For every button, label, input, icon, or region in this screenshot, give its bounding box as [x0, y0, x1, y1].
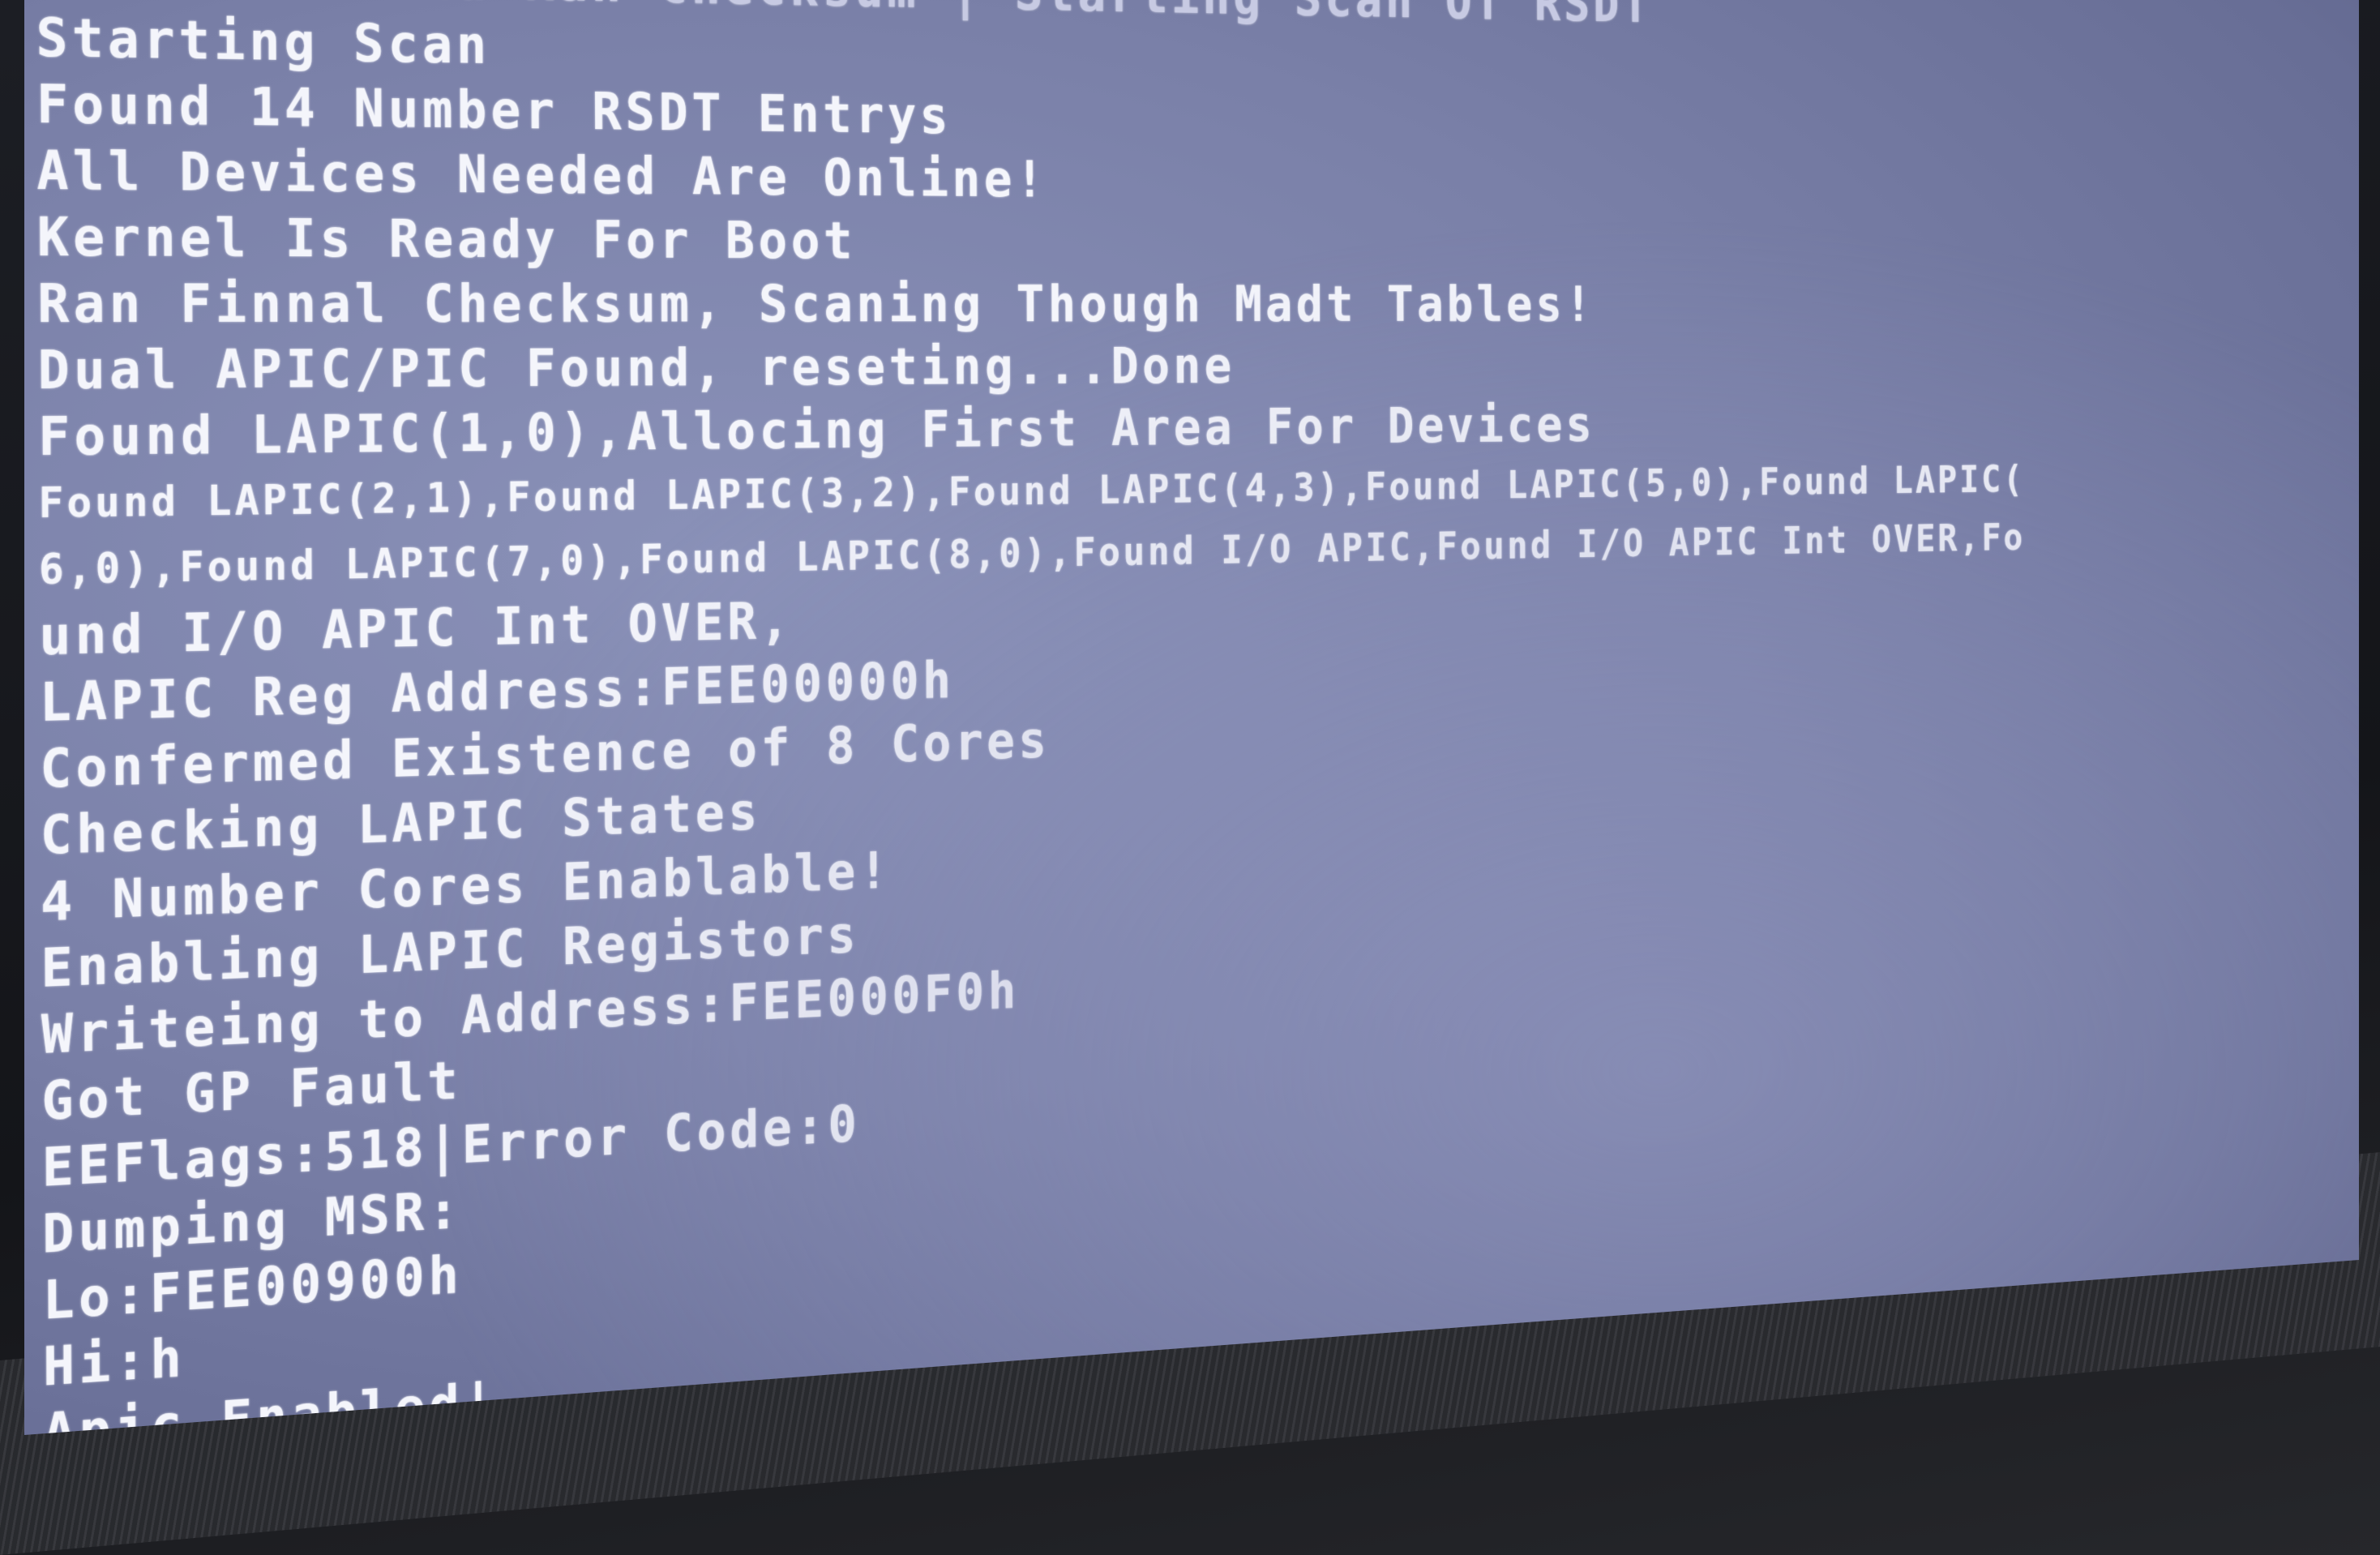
- boot-console-screen: Address and Ran Checksum | Starting Scan…: [24, 0, 2359, 1435]
- boot-log: Address and Ran Checksum | Starting Scan…: [36, 0, 2075, 1435]
- log-line: Ran Finnal Checksum, Scaning Though Madt…: [36, 272, 1595, 336]
